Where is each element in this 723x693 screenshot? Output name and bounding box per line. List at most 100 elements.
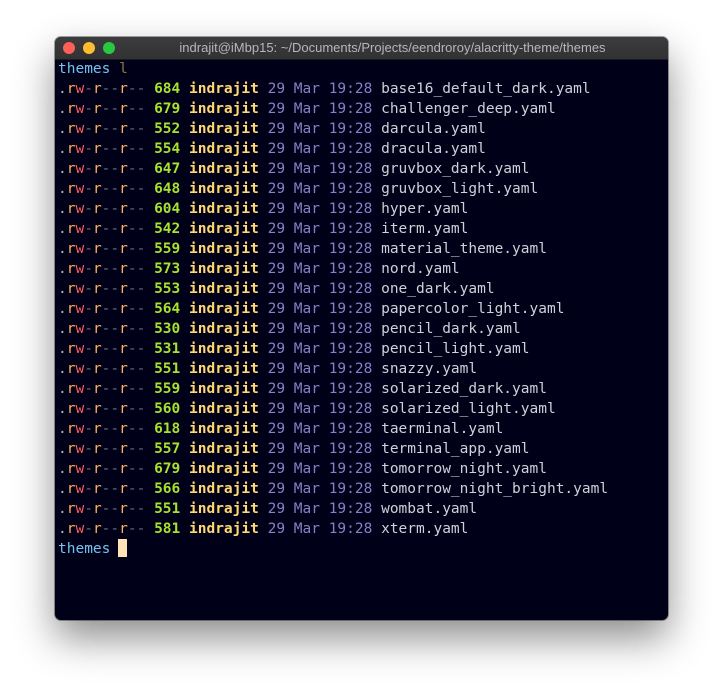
- file-name: solarized_light.yaml: [381, 401, 556, 417]
- file-owner: indrajit: [189, 261, 259, 277]
- file-owner: indrajit: [189, 401, 259, 417]
- file-permissions: .rw-r--r--: [58, 181, 146, 197]
- file-owner: indrajit: [189, 501, 259, 517]
- file-permissions: .rw-r--r--: [58, 281, 146, 297]
- listing-row: .rw-r--r-- 551 indrajit 29 Mar 19:28 sna…: [58, 359, 668, 379]
- file-name: xterm.yaml: [381, 521, 469, 537]
- listing-row: .rw-r--r-- 566 indrajit 29 Mar 19:28 tom…: [58, 479, 668, 499]
- file-owner: indrajit: [189, 201, 259, 217]
- file-size: 647: [154, 161, 181, 177]
- listing-row: .rw-r--r-- 531 indrajit 29 Mar 19:28 pen…: [58, 339, 668, 359]
- file-name: dracula.yaml: [381, 141, 486, 157]
- file-name: pencil_light.yaml: [381, 341, 530, 357]
- file-modified-date: 29 Mar 19:28: [267, 361, 373, 377]
- file-permissions: .rw-r--r--: [58, 121, 146, 137]
- file-name: material_theme.yaml: [381, 241, 547, 257]
- file-owner: indrajit: [189, 121, 259, 137]
- file-modified-date: 29 Mar 19:28: [267, 321, 373, 337]
- listing-row: .rw-r--r-- 553 indrajit 29 Mar 19:28 one…: [58, 279, 668, 299]
- file-modified-date: 29 Mar 19:28: [267, 441, 373, 457]
- file-owner: indrajit: [189, 321, 259, 337]
- listing-row: .rw-r--r-- 551 indrajit 29 Mar 19:28 wom…: [58, 499, 668, 519]
- active-prompt-line[interactable]: themes: [58, 539, 668, 559]
- file-size: 557: [154, 441, 181, 457]
- file-name: hyper.yaml: [381, 201, 469, 217]
- listing-row: .rw-r--r-- 581 indrajit 29 Mar 19:28 xte…: [58, 519, 668, 539]
- file-modified-date: 29 Mar 19:28: [267, 521, 373, 537]
- file-name: tomorrow_night_bright.yaml: [381, 481, 609, 497]
- file-owner: indrajit: [189, 181, 259, 197]
- close-window-icon[interactable]: [63, 42, 75, 54]
- minimize-window-icon[interactable]: [83, 42, 95, 54]
- file-name: papercolor_light.yaml: [381, 301, 565, 317]
- terminal-window[interactable]: indrajit@iMbp15: ~/Documents/Projects/ee…: [55, 37, 668, 620]
- file-name: nord.yaml: [381, 261, 460, 277]
- file-size: 559: [154, 381, 181, 397]
- file-name: one_dark.yaml: [381, 281, 495, 297]
- listing-row: .rw-r--r-- 564 indrajit 29 Mar 19:28 pap…: [58, 299, 668, 319]
- file-name: darcula.yaml: [381, 121, 486, 137]
- listing-row: .rw-r--r-- 648 indrajit 29 Mar 19:28 gru…: [58, 179, 668, 199]
- file-permissions: .rw-r--r--: [58, 521, 146, 537]
- file-modified-date: 29 Mar 19:28: [267, 281, 373, 297]
- file-permissions: .rw-r--r--: [58, 441, 146, 457]
- file-size: 531: [154, 341, 181, 357]
- file-size: 552: [154, 121, 181, 137]
- listing-row: .rw-r--r-- 618 indrajit 29 Mar 19:28 tae…: [58, 419, 668, 439]
- file-size: 559: [154, 241, 181, 257]
- file-size: 542: [154, 221, 181, 237]
- listing-row: .rw-r--r-- 559 indrajit 29 Mar 19:28 sol…: [58, 379, 668, 399]
- listing-row: .rw-r--r-- 552 indrajit 29 Mar 19:28 dar…: [58, 119, 668, 139]
- file-listing: .rw-r--r-- 684 indrajit 29 Mar 19:28 bas…: [58, 79, 668, 539]
- file-owner: indrajit: [189, 521, 259, 537]
- file-owner: indrajit: [189, 381, 259, 397]
- file-permissions: .rw-r--r--: [58, 141, 146, 157]
- file-permissions: .rw-r--r--: [58, 321, 146, 337]
- file-name: snazzy.yaml: [381, 361, 478, 377]
- file-permissions: .rw-r--r--: [58, 81, 146, 97]
- listing-row: .rw-r--r-- 679 indrajit 29 Mar 19:28 cha…: [58, 99, 668, 119]
- file-modified-date: 29 Mar 19:28: [267, 421, 373, 437]
- file-size: 566: [154, 481, 181, 497]
- file-permissions: .rw-r--r--: [58, 221, 146, 237]
- file-modified-date: 29 Mar 19:28: [267, 121, 373, 137]
- listing-row: .rw-r--r-- 560 indrajit 29 Mar 19:28 sol…: [58, 399, 668, 419]
- file-permissions: .rw-r--r--: [58, 361, 146, 377]
- file-size: 581: [154, 521, 181, 537]
- file-name: taerminal.yaml: [381, 421, 504, 437]
- listing-row: .rw-r--r-- 559 indrajit 29 Mar 19:28 mat…: [58, 239, 668, 259]
- file-modified-date: 29 Mar 19:28: [267, 341, 373, 357]
- file-owner: indrajit: [189, 341, 259, 357]
- text-cursor: [118, 539, 128, 557]
- file-name: wombat.yaml: [381, 501, 478, 517]
- file-name: solarized_dark.yaml: [381, 381, 547, 397]
- file-size: 553: [154, 281, 181, 297]
- command-line: themes l: [58, 59, 668, 79]
- file-owner: indrajit: [189, 161, 259, 177]
- file-permissions: .rw-r--r--: [58, 341, 146, 357]
- file-size: 618: [154, 421, 181, 437]
- file-size: 554: [154, 141, 181, 157]
- file-size: 679: [154, 101, 181, 117]
- listing-row: .rw-r--r-- 573 indrajit 29 Mar 19:28 nor…: [58, 259, 668, 279]
- file-size: 551: [154, 501, 181, 517]
- file-permissions: .rw-r--r--: [58, 261, 146, 277]
- file-size: 560: [154, 401, 181, 417]
- file-name: gruvbox_light.yaml: [381, 181, 539, 197]
- file-modified-date: 29 Mar 19:28: [267, 261, 373, 277]
- file-size: 648: [154, 181, 181, 197]
- file-permissions: .rw-r--r--: [58, 381, 146, 397]
- listing-row: .rw-r--r-- 530 indrajit 29 Mar 19:28 pen…: [58, 319, 668, 339]
- file-modified-date: 29 Mar 19:28: [267, 301, 373, 317]
- file-owner: indrajit: [189, 141, 259, 157]
- terminal-output[interactable]: themes l .rw-r--r-- 684 indrajit 29 Mar …: [58, 59, 668, 620]
- title-bar[interactable]: indrajit@iMbp15: ~/Documents/Projects/ee…: [55, 37, 668, 60]
- file-modified-date: 29 Mar 19:28: [267, 81, 373, 97]
- file-permissions: .rw-r--r--: [58, 301, 146, 317]
- listing-row: .rw-r--r-- 679 indrajit 29 Mar 19:28 tom…: [58, 459, 668, 479]
- listing-row: .rw-r--r-- 684 indrajit 29 Mar 19:28 bas…: [58, 79, 668, 99]
- file-owner: indrajit: [189, 81, 259, 97]
- zoom-window-icon[interactable]: [103, 42, 115, 54]
- file-modified-date: 29 Mar 19:28: [267, 141, 373, 157]
- file-size: 684: [154, 81, 181, 97]
